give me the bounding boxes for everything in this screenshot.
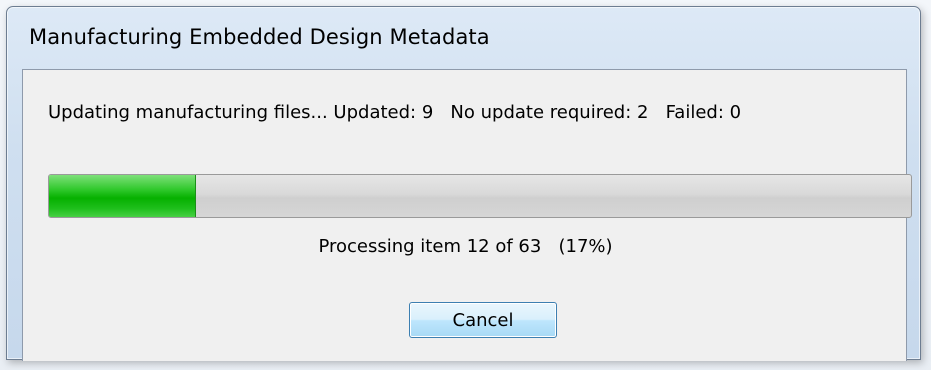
progress-count-text: Processing item 12 of 63 (17%) bbox=[318, 236, 613, 257]
cancel-button[interactable]: Cancel bbox=[409, 302, 557, 338]
dialog-title: Manufacturing Embedded Design Metadata bbox=[29, 25, 490, 49]
progress-dialog: Manufacturing Embedded Design Metadata U… bbox=[6, 6, 921, 361]
dialog-content: Updating manufacturing files... Updated:… bbox=[22, 69, 912, 361]
update-status-text: Updating manufacturing files... Updated:… bbox=[48, 102, 742, 123]
title-bar[interactable]: Manufacturing Embedded Design Metadata bbox=[7, 7, 920, 65]
progress-bar-fill bbox=[49, 175, 196, 217]
progress-bar bbox=[48, 174, 912, 218]
